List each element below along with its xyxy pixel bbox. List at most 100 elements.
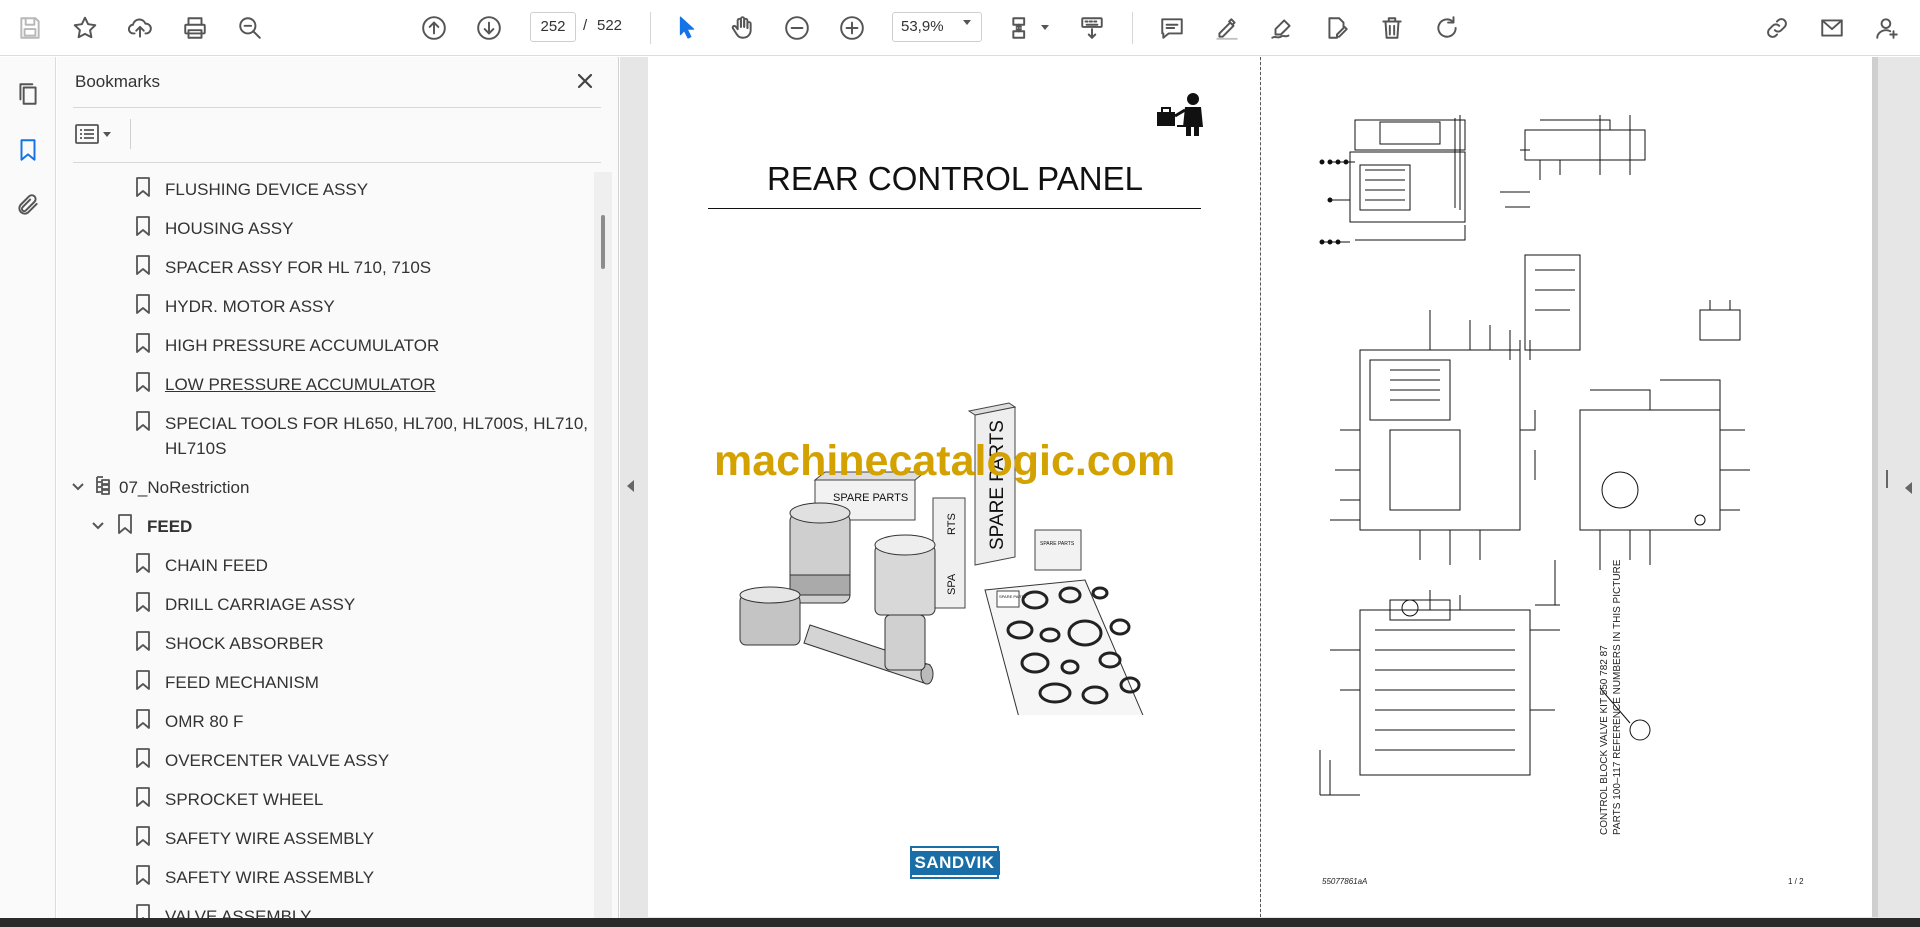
- technical-drawing: [1300, 110, 1820, 815]
- bookmark-item[interactable]: FEED MECHANISM: [135, 670, 319, 695]
- chevron-down-icon[interactable]: [963, 20, 971, 25]
- bookmark-icon: [117, 514, 133, 539]
- box-label: SPARE PARTS: [1040, 541, 1075, 547]
- bookmark-item[interactable]: OMR 80 F: [135, 709, 243, 734]
- zoom-in-icon[interactable]: [834, 10, 870, 46]
- bookmark-item[interactable]: SPROCKET WHEEL: [135, 787, 323, 812]
- chevron-down-icon[interactable]: [91, 519, 105, 538]
- drawing-caption: CONTROL BLOCK VALVE KIT 550 782 87 PARTS…: [1598, 560, 1624, 835]
- share-link-icon[interactable]: [1759, 10, 1795, 46]
- bookmark-icon: [135, 748, 151, 773]
- comment-icon[interactable]: [1154, 10, 1190, 46]
- bookmark-icon: [135, 333, 151, 358]
- resize-handle[interactable]: [1886, 470, 1888, 488]
- bookmark-options-button[interactable]: [75, 119, 123, 149]
- chevron-down-icon[interactable]: [71, 480, 85, 499]
- page-number-input[interactable]: 252: [530, 12, 576, 42]
- bookmark-icon: [135, 177, 151, 202]
- search-icon[interactable]: [232, 10, 268, 46]
- bookmark-label: SPROCKET WHEEL: [165, 790, 324, 809]
- keyboard-scroll-icon[interactable]: [1074, 10, 1110, 46]
- bookmarks-scrollbar[interactable]: [594, 172, 612, 918]
- bookmark-label: HYDR. MOTOR ASSY: [165, 297, 335, 316]
- bookmark-item[interactable]: DRILL CARRIAGE ASSY: [135, 592, 355, 617]
- bookmark-icon: [135, 826, 151, 851]
- previous-page-icon[interactable]: [416, 10, 452, 46]
- divider: [130, 119, 131, 149]
- bookmark-item[interactable]: SPECIAL TOOLS FOR HL650, HL700, HL700S, …: [135, 411, 588, 461]
- bookmark-item[interactable]: FLUSHING DEVICE ASSY: [135, 177, 368, 202]
- box-label: SPARE PARTS: [833, 492, 908, 504]
- collapse-panel-right-icon[interactable]: [1905, 482, 1912, 494]
- page-divider: [1260, 57, 1261, 917]
- bookmark-item[interactable]: SPACER ASSY FOR HL 710, 710S: [135, 255, 431, 280]
- bookmark-icon: [135, 865, 151, 890]
- bookmarks-icon[interactable]: [10, 132, 46, 168]
- bookmark-icon: [135, 216, 151, 241]
- bookmark-group-norestriction[interactable]: 07_NoRestriction: [71, 475, 249, 500]
- highlight-pen-icon[interactable]: [1209, 10, 1245, 46]
- bookmark-label: HIGH PRESSURE ACCUMULATOR: [165, 336, 440, 355]
- zoom-out-icon[interactable]: [779, 10, 815, 46]
- chevron-down-icon[interactable]: [1041, 25, 1049, 30]
- scrollbar-thumb[interactable]: [601, 215, 605, 269]
- list-options-icon: [75, 124, 99, 144]
- bookmark-item-selected[interactable]: LOW PRESSURE ACCUMULATOR: [135, 372, 435, 397]
- bookmark-label: HOUSING ASSY: [165, 219, 294, 238]
- bookmark-icon: [135, 787, 151, 812]
- hand-tool-icon[interactable]: [724, 10, 760, 46]
- bookmark-icon: [135, 709, 151, 734]
- main-toolbar: 252 / 522 53,9%: [0, 0, 1920, 56]
- box-label: SPA: [946, 573, 958, 595]
- zoom-level-value: 53,9%: [901, 18, 944, 35]
- chevron-down-icon: [103, 131, 111, 137]
- delete-icon[interactable]: [1374, 10, 1410, 46]
- bookmark-icon: [135, 553, 151, 578]
- box-label: RTS: [946, 513, 958, 535]
- zoom-level-select[interactable]: 53,9%: [892, 12, 982, 42]
- fit-page-icon[interactable]: [1004, 10, 1040, 46]
- attachments-icon[interactable]: [10, 187, 46, 223]
- toolbar-divider: [650, 12, 651, 44]
- bookmark-item[interactable]: OVERCENTER VALVE ASSY: [135, 748, 389, 773]
- rotate-icon[interactable]: [1429, 10, 1465, 46]
- next-page-icon[interactable]: [471, 10, 507, 46]
- select-cursor-icon[interactable]: [669, 10, 705, 46]
- bookmark-item[interactable]: HYDR. MOTOR ASSY: [135, 294, 335, 319]
- bookmark-item[interactable]: HIGH PRESSURE ACCUMULATOR: [135, 333, 439, 358]
- bookmark-item[interactable]: SAFETY WIRE ASSEMBLY: [135, 865, 374, 890]
- bookmark-icon: [135, 255, 151, 280]
- star-icon[interactable]: [67, 10, 103, 46]
- toolbar-divider: [1132, 12, 1133, 44]
- bookmark-label: OMR 80 F: [165, 712, 244, 731]
- bookmark-label: OVERCENTER VALVE ASSY: [165, 751, 390, 770]
- bookmark-label: DRILL CARRIAGE ASSY: [165, 595, 356, 614]
- bookmark-icon: [135, 670, 151, 695]
- close-icon[interactable]: [570, 66, 600, 96]
- bookmark-group-feed[interactable]: FEED: [91, 514, 192, 539]
- bookmark-label: CHAIN FEED: [165, 556, 268, 575]
- bookmark-label: SPACER ASSY FOR HL 710, 710S: [165, 258, 432, 277]
- page-title: REAR CONTROL PANEL: [767, 160, 1143, 197]
- bookmark-item[interactable]: SHOCK ABSORBER: [135, 631, 324, 656]
- total-pages: 522: [597, 17, 623, 34]
- draw-signature-icon[interactable]: [1264, 10, 1300, 46]
- account-icon[interactable]: [1869, 10, 1905, 46]
- bookmark-item[interactable]: SAFETY WIRE ASSEMBLY: [135, 826, 374, 851]
- taskbar-edge: [0, 918, 1920, 927]
- bookmark-icon: [135, 372, 151, 397]
- email-icon[interactable]: [1814, 10, 1850, 46]
- page-separator: /: [583, 17, 588, 34]
- save-icon[interactable]: [12, 10, 48, 46]
- print-icon[interactable]: [177, 10, 213, 46]
- edit-document-icon[interactable]: [1319, 10, 1355, 46]
- upload-icon[interactable]: [122, 10, 158, 46]
- document-number: 55077861aA: [1322, 877, 1368, 886]
- bookmark-item[interactable]: HOUSING ASSY: [135, 216, 293, 241]
- collapse-panel-left-icon[interactable]: [627, 480, 634, 492]
- bookmark-label: SPECIAL TOOLS FOR HL650, HL700, HL700S, …: [165, 414, 589, 433]
- bookmark-item[interactable]: CHAIN FEED: [135, 553, 268, 578]
- page-thumbnails-icon[interactable]: [10, 76, 46, 112]
- mechanic-with-toolbox-icon: [1155, 90, 1207, 143]
- vertical-scrollbar[interactable]: [1872, 57, 1878, 917]
